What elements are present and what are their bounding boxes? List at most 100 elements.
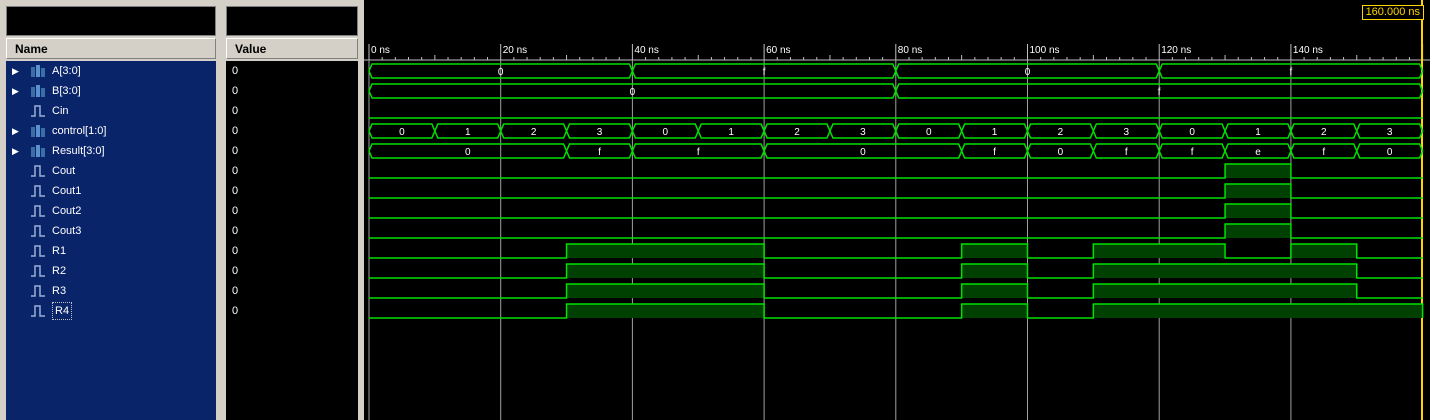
bus-segment-value: 3	[1123, 127, 1129, 138]
bus-signal-icon	[30, 124, 46, 138]
bit-signal-icon	[30, 184, 46, 198]
signal-name-list[interactable]: ▶ A[3:0] ▶ B[3:0] Cin ▶ control[1:0] ▶ Result[3:…	[6, 61, 216, 420]
bus-segment-value: 3	[860, 127, 866, 138]
signal-row[interactable]: Cout3	[6, 221, 216, 241]
cursor-time-label: 160.000 ns	[1361, 5, 1424, 20]
high-level-fill	[1225, 164, 1291, 178]
bus-segment-value: f	[993, 147, 996, 158]
signal-row[interactable]: ▶ A[3:0]	[6, 61, 216, 81]
name-search-box[interactable]	[6, 6, 216, 36]
bus-segment-value: 0	[1387, 147, 1393, 158]
bus-segment-value: 0	[926, 127, 932, 138]
time-tick-label: 120 ns	[1161, 45, 1191, 56]
signal-value: 0	[232, 185, 239, 197]
signal-name[interactable]: Result[3:0]	[52, 141, 105, 161]
time-tick-label: 60 ns	[766, 45, 790, 56]
signal-value: 0	[232, 65, 239, 77]
bus-segment-value: f	[1191, 147, 1194, 158]
signal-row[interactable]: Cout1	[6, 181, 216, 201]
value-column-header[interactable]: Value	[226, 38, 358, 59]
high-level-fill	[566, 304, 765, 318]
bit-signal-icon	[30, 304, 46, 318]
signal-row[interactable]: ▶ B[3:0]	[6, 81, 216, 101]
bit-signal-icon	[30, 264, 46, 278]
high-level-fill	[1093, 264, 1357, 278]
high-level-fill	[1225, 204, 1291, 218]
signal-row[interactable]: ▶ control[1:0]	[6, 121, 216, 141]
signal-value: 0	[232, 285, 239, 297]
signal-row[interactable]: Cout2	[6, 201, 216, 221]
waveform-canvas[interactable]: 0 ns 20 ns 40 ns 60 ns 80 ns 100 ns 120 ns 140 …	[364, 0, 1430, 420]
bus-signal-icon	[30, 144, 46, 158]
signal-name[interactable]: Cout2	[52, 201, 81, 221]
time-tick-label: 100 ns	[1030, 45, 1060, 56]
expand-arrow-icon[interactable]: ▶	[12, 81, 22, 101]
bus-segment-value: f	[1322, 147, 1325, 158]
bus-signal-icon	[30, 84, 46, 98]
signal-name[interactable]: Cout1	[52, 181, 81, 201]
bus-segment-value: 2	[794, 127, 800, 138]
names-panel: Name ▶ A[3:0] ▶ B[3:0] Cin ▶ control[1:0] ▶ Resu…	[0, 0, 218, 420]
signal-name[interactable]: R2	[52, 261, 66, 281]
signal-name[interactable]: R3	[52, 281, 66, 301]
bus-segment-value: 1	[465, 127, 471, 138]
high-level-fill	[566, 244, 765, 258]
waveform-panel[interactable]: 0 ns 20 ns 40 ns 60 ns 80 ns 100 ns 120 ns 140 …	[364, 0, 1430, 420]
signal-value: 0	[232, 225, 239, 237]
time-tick-label: 0 ns	[371, 45, 390, 56]
signal-value: 0	[232, 125, 239, 137]
high-level-fill	[566, 264, 765, 278]
signal-row[interactable]: R4	[6, 301, 216, 321]
signal-name[interactable]: Cout3	[52, 221, 81, 241]
bus-segment-value: f	[598, 147, 601, 158]
bus-segment-value: 2	[1321, 127, 1327, 138]
signal-name[interactable]: B[3:0]	[52, 81, 81, 101]
signal-row[interactable]: R3	[6, 281, 216, 301]
expand-arrow-icon[interactable]: ▶	[12, 61, 22, 81]
signal-name[interactable]: R4	[52, 302, 73, 320]
bus-segment-value: 2	[1058, 127, 1064, 138]
signal-name[interactable]: Cout	[52, 161, 75, 181]
signal-name[interactable]: Cin	[52, 101, 69, 121]
bus-segment-value: 3	[597, 127, 603, 138]
signal-value: 0	[232, 205, 239, 217]
signal-name[interactable]: A[3:0]	[52, 61, 81, 81]
signal-row[interactable]: R1	[6, 241, 216, 261]
signal-row[interactable]: Cout	[6, 161, 216, 181]
values-panel: Value 0 0 0 0 0 0 0 0 0 0 0 0 0	[220, 0, 360, 420]
signal-name[interactable]: R1	[52, 241, 66, 261]
bus-segment-value: e	[1255, 147, 1261, 158]
signal-name[interactable]: control[1:0]	[52, 121, 106, 141]
signal-row[interactable]: ▶ Result[3:0]	[6, 141, 216, 161]
bit-signal-icon	[30, 224, 46, 238]
bus-signal-icon	[30, 64, 46, 78]
time-tick-label: 140 ns	[1293, 45, 1323, 56]
bus-segment-value: f	[763, 67, 766, 78]
high-level-fill	[961, 264, 1028, 278]
bus-segment-value: f	[1125, 147, 1128, 158]
bus-segment-value: 0	[1025, 67, 1031, 78]
expand-arrow-icon[interactable]: ▶	[12, 141, 22, 161]
high-level-fill	[961, 284, 1028, 298]
bus-segment-value: 0	[465, 147, 471, 158]
bit-signal-icon	[30, 284, 46, 298]
signal-value: 0	[232, 305, 239, 317]
signal-value: 0	[232, 165, 239, 177]
bus-segment-value: 0	[1189, 127, 1195, 138]
high-level-fill	[566, 284, 765, 298]
signal-row[interactable]: R2	[6, 261, 216, 281]
high-level-fill	[1225, 184, 1291, 198]
name-column-header[interactable]: Name	[6, 38, 216, 59]
bus-segment-value: 1	[728, 127, 734, 138]
signal-value: 0	[232, 85, 239, 97]
high-level-fill	[1093, 284, 1357, 298]
time-tick-label: 40 ns	[634, 45, 658, 56]
value-top-box	[226, 6, 358, 36]
signal-value: 0	[232, 245, 239, 257]
bus-segment-value: 0	[860, 147, 866, 158]
high-level-fill	[961, 244, 1028, 258]
bus-segment-value: 0	[630, 87, 636, 98]
signal-row[interactable]: Cin	[6, 101, 216, 121]
expand-arrow-icon[interactable]: ▶	[12, 121, 22, 141]
high-level-fill	[1093, 244, 1226, 258]
